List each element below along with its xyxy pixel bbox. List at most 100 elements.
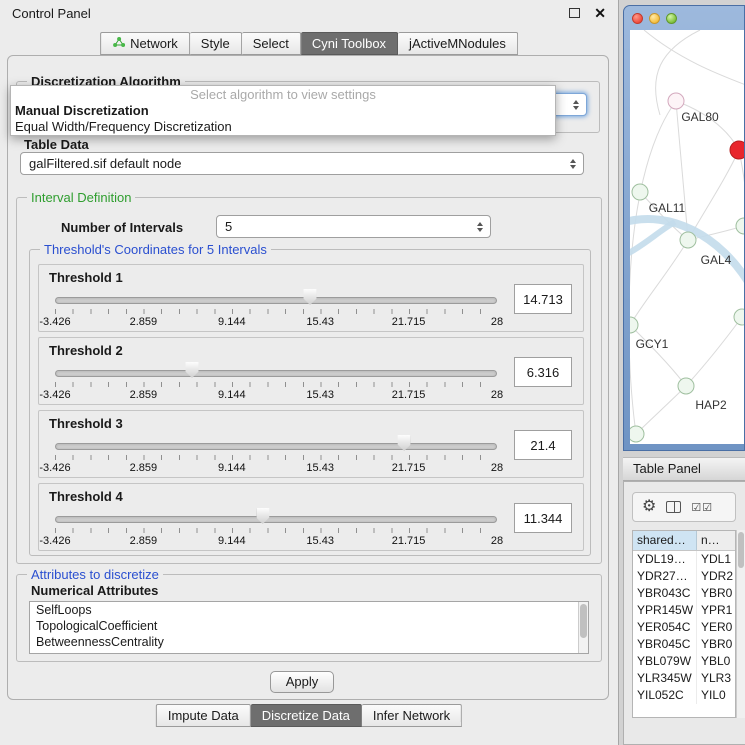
- threshold-value-field[interactable]: 14.713: [514, 284, 572, 314]
- tab-network[interactable]: Network: [100, 32, 190, 55]
- network-canvas[interactable]: GAL80 GAL11 GAL4 GCY1 HAP2: [630, 30, 744, 444]
- tab-label: Network: [130, 36, 178, 51]
- cell-name[interactable]: YDL1: [697, 551, 735, 568]
- slider-track[interactable]: [55, 516, 497, 523]
- scrollbar-thumb[interactable]: [738, 532, 744, 568]
- cell-name[interactable]: YBL0: [697, 653, 735, 670]
- list-item[interactable]: BetweennessCentrality: [30, 634, 588, 650]
- network-node-selected[interactable]: [730, 141, 745, 160]
- table-scrollbar[interactable]: [736, 530, 745, 718]
- scale-label: 15.43: [306, 535, 334, 547]
- cell-shared-name[interactable]: YER054C: [633, 619, 697, 636]
- tab-label: Discretize Data: [262, 708, 350, 723]
- cell-shared-name[interactable]: YBR043C: [633, 585, 697, 602]
- network-node[interactable]: [678, 378, 695, 395]
- tab-cyni-toolbox[interactable]: Cyni Toolbox: [301, 32, 398, 55]
- tab-jactivemnodules[interactable]: jActiveMNodules: [398, 32, 518, 55]
- cell-shared-name[interactable]: YLR345W: [633, 670, 697, 687]
- tab-infer-network[interactable]: Infer Network: [362, 704, 462, 727]
- tab-select[interactable]: Select: [242, 32, 301, 55]
- close-icon[interactable]: ✕: [594, 5, 606, 22]
- cell-shared-name[interactable]: YIL052C: [633, 687, 697, 704]
- threshold-value-field[interactable]: 6.316: [514, 357, 572, 387]
- cell-shared-name[interactable]: YDR27…: [633, 568, 697, 585]
- numerical-attributes-list: SelfLoops TopologicalCoefficient Between…: [29, 601, 589, 654]
- table-row[interactable]: YLR345W YLR3: [633, 670, 735, 687]
- scale-label: 2.859: [130, 462, 158, 474]
- slider-scale: -3.426 2.859 9.144 15.43 21.715 28: [55, 389, 497, 401]
- column-header-name[interactable]: n…: [697, 531, 735, 550]
- threshold-1-panel: Threshold 1 14.713 -3.426 2.859 9.144 15…: [38, 264, 584, 332]
- threshold-slider[interactable]: -3.426 2.859 9.144 15.43 21.715 28: [55, 362, 497, 402]
- node-label-gal4: GAL4: [701, 253, 732, 267]
- threshold-value-field[interactable]: 21.4: [514, 430, 572, 460]
- cell-shared-name[interactable]: YPR145W: [633, 602, 697, 619]
- float-panel-icon[interactable]: [569, 8, 580, 18]
- combo-arrows-icon: [570, 159, 576, 169]
- scale-label: 28: [491, 462, 503, 474]
- list-scrollbar[interactable]: [578, 602, 588, 653]
- scale-label: 28: [491, 389, 503, 401]
- control-panel-titlebar: Control Panel ✕: [0, 0, 618, 26]
- table-row[interactable]: YDL19… YDL1: [633, 551, 735, 568]
- threshold-value-field[interactable]: 11.344: [514, 503, 572, 533]
- network-node[interactable]: [668, 93, 685, 110]
- gear-icon[interactable]: ⚙: [642, 499, 656, 515]
- bottom-tab-strip: Impute Data Discretize Data Infer Networ…: [156, 704, 462, 727]
- list-item[interactable]: SelfLoops: [30, 602, 588, 618]
- tab-impute-data[interactable]: Impute Data: [156, 704, 251, 727]
- network-node[interactable]: [734, 309, 745, 326]
- apply-button[interactable]: Apply: [270, 671, 334, 693]
- network-node[interactable]: [632, 184, 649, 201]
- algorithm-dropdown-popup: Select algorithm to view settings Manual…: [10, 85, 556, 136]
- group-title: Attributes to discretize: [27, 567, 163, 582]
- scale-label: 15.43: [306, 462, 334, 474]
- select-columns-icon[interactable]: ☑☑: [691, 501, 713, 514]
- combo-arrows-icon: [573, 100, 579, 110]
- scale-label: 2.859: [130, 316, 158, 328]
- slider-track[interactable]: [55, 443, 497, 450]
- threshold-4-panel: Threshold 4 11.344 -3.426 2.859 9.144 15…: [38, 483, 584, 551]
- cell-shared-name[interactable]: YBR045C: [633, 636, 697, 653]
- minimize-window-button[interactable]: [649, 13, 660, 24]
- tab-label: jActiveMNodules: [409, 36, 506, 51]
- tab-style[interactable]: Style: [190, 32, 242, 55]
- dropdown-option-manual-discretization[interactable]: Manual Discretization: [11, 103, 555, 119]
- table-row[interactable]: YBR045C YBR0: [633, 636, 735, 653]
- cell-name[interactable]: YIL0: [697, 687, 735, 704]
- dropdown-option-equal-width-frequency[interactable]: Equal Width/Frequency Discretization: [11, 119, 555, 135]
- slider-ticks: [55, 309, 497, 314]
- cell-name[interactable]: YBR0: [697, 585, 735, 602]
- slider-track[interactable]: [55, 297, 497, 304]
- cell-name[interactable]: YBR0: [697, 636, 735, 653]
- column-header-shared-name[interactable]: shared…: [633, 531, 697, 550]
- columns-icon[interactable]: [666, 501, 681, 513]
- threshold-slider[interactable]: -3.426 2.859 9.144 15.43 21.715 28: [55, 508, 497, 548]
- threshold-slider[interactable]: -3.426 2.859 9.144 15.43 21.715 28: [55, 435, 497, 475]
- control-panel: Control Panel ✕ Network Style Select: [0, 0, 619, 745]
- list-item[interactable]: TopologicalCoefficient: [30, 618, 588, 634]
- scrollbar-thumb[interactable]: [580, 604, 587, 638]
- cell-shared-name[interactable]: YDL19…: [633, 551, 697, 568]
- threshold-slider[interactable]: -3.426 2.859 9.144 15.43 21.715 28: [55, 289, 497, 329]
- slider-track[interactable]: [55, 370, 497, 377]
- table-row[interactable]: YBR043C YBR0: [633, 585, 735, 602]
- table-data-combobox[interactable]: galFiltered.sif default node: [20, 152, 584, 175]
- cell-name[interactable]: YPR1: [697, 602, 735, 619]
- number-of-intervals-combobox[interactable]: 5: [216, 215, 491, 238]
- cell-name[interactable]: YDR2: [697, 568, 735, 585]
- close-window-button[interactable]: [632, 13, 643, 24]
- table-row[interactable]: YER054C YER0: [633, 619, 735, 636]
- cell-shared-name[interactable]: YBL079W: [633, 653, 697, 670]
- node-label-gcy1: GCY1: [636, 337, 669, 351]
- node-table: shared… n… YDL19… YDL1 YDR27… YDR2 YBR04…: [632, 530, 736, 718]
- table-row[interactable]: YIL052C YIL0: [633, 687, 735, 704]
- network-node[interactable]: [680, 232, 697, 249]
- tab-discretize-data[interactable]: Discretize Data: [251, 704, 362, 727]
- table-row[interactable]: YPR145W YPR1: [633, 602, 735, 619]
- table-row[interactable]: YBL079W YBL0: [633, 653, 735, 670]
- table-row[interactable]: YDR27… YDR2: [633, 568, 735, 585]
- zoom-window-button[interactable]: [666, 13, 677, 24]
- cell-name[interactable]: YLR3: [697, 670, 735, 687]
- cell-name[interactable]: YER0: [697, 619, 735, 636]
